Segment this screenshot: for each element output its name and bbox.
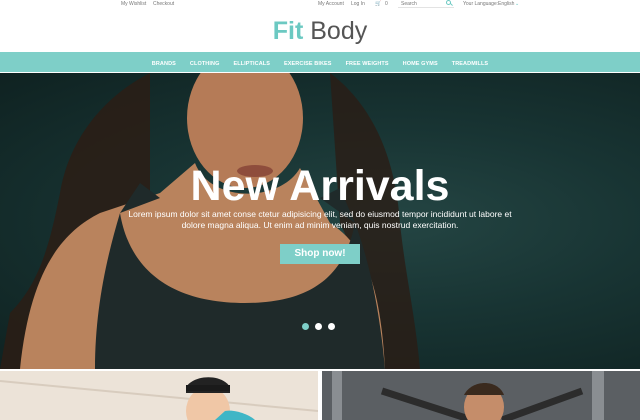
shop-now-button[interactable]: Shop now! xyxy=(280,244,360,264)
slider-dots xyxy=(302,323,335,330)
checkout-link[interactable]: Checkout xyxy=(153,1,174,7)
hero-description: Lorem ipsum dolor sit amet conse ctetur … xyxy=(128,209,512,230)
promo-banner-left[interactable] xyxy=(0,371,318,420)
nav-item-ellipticals[interactable]: ELLIPTICALS xyxy=(226,54,277,74)
hero-title: New Arrivals xyxy=(190,162,450,210)
slider-dot-3[interactable] xyxy=(328,323,335,330)
logo-body: Body xyxy=(310,17,368,45)
chevron-down-icon[interactable]: ⌄ xyxy=(515,1,519,7)
search-placeholder: Search xyxy=(401,1,417,7)
my-account-link[interactable]: My Account xyxy=(318,1,344,7)
slider-dot-1[interactable] xyxy=(302,323,309,330)
nav-item-brands[interactable]: BRANDS xyxy=(145,54,183,74)
promo-image-right xyxy=(322,371,640,420)
logo-fit: Fit xyxy=(272,17,304,45)
promo-banner-right[interactable] xyxy=(322,371,640,420)
promo-image-left xyxy=(0,371,318,420)
nav-item-treadmills[interactable]: TREADMILLS xyxy=(445,54,495,74)
hero-slider: New Arrivals Lorem ipsum dolor sit amet … xyxy=(0,73,640,369)
search-icon[interactable] xyxy=(446,0,451,5)
language-select[interactable]: English xyxy=(498,1,514,7)
nav-item-clothing[interactable]: CLOTHING xyxy=(183,54,227,74)
nav-item-exercise-bikes[interactable]: EXERCISE BIKES xyxy=(277,54,339,74)
wishlist-link[interactable]: My Wishlist xyxy=(121,1,146,7)
site-logo[interactable]: Fit Body xyxy=(0,16,640,46)
nav-item-free-weights[interactable]: FREE WEIGHTS xyxy=(339,54,396,74)
language-label: Your Language: xyxy=(463,1,499,7)
slider-dot-2[interactable] xyxy=(315,323,322,330)
nav-item-home-gyms[interactable]: HOME GYMS xyxy=(396,54,445,74)
search-input[interactable]: Search xyxy=(398,0,454,8)
cart-icon[interactable]: 🛒 xyxy=(375,1,381,7)
top-utility-bar: My Wishlist Checkout My Account Log In 🛒… xyxy=(0,0,640,10)
main-nav: BRANDS CLOTHING ELLIPTICALS EXERCISE BIK… xyxy=(0,52,640,72)
cart-count: 0 xyxy=(385,1,388,7)
login-link[interactable]: Log In xyxy=(351,1,365,7)
